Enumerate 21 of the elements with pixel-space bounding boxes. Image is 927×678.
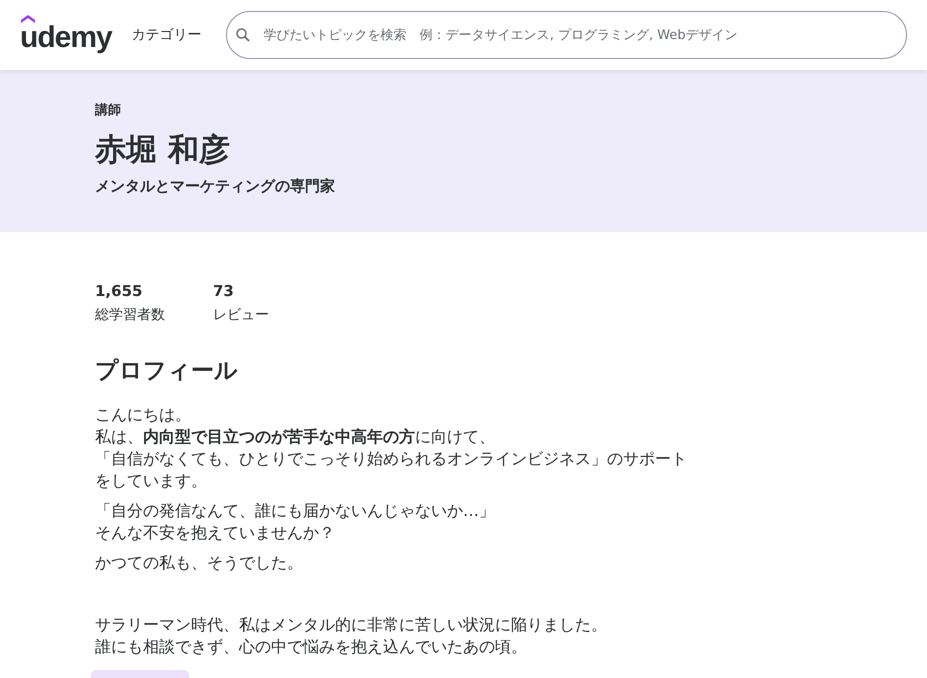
eyebrow-label: 講師 (95, 102, 122, 120)
logo[interactable]: udemy (20, 16, 112, 54)
stat-value: 1,655 (95, 281, 144, 302)
stat-label: レビュー (213, 306, 269, 324)
bio-text: 誰にも相談できず、心の中で悩みを抱え込んでいたあの頃。 (95, 636, 528, 658)
logo-hat-icon (21, 12, 35, 22)
stat-value: 73 (213, 281, 235, 302)
stat-label: 総学習者数 (95, 306, 165, 324)
bio-text: そんな不安を抱えていませんか？ (95, 522, 336, 544)
bio-text: こんにちは。 (95, 404, 192, 426)
bio-text: かつての私も、そうでした。 (95, 552, 304, 574)
categories-link[interactable]: カテゴリー (132, 24, 202, 46)
bio-text: サラリーマン時代、私はメンタル的に非常に苦しい状況に陥りました。 (95, 614, 608, 636)
bio-text: 私は、内向型で目立つのが苦手な中高年の方に向けて、 (95, 426, 496, 448)
section-title: プロフィール (95, 356, 239, 386)
search-field[interactable]: 学びたいトピックを検索 例：データサイエンス, プログラミング, Webデザイン (226, 11, 907, 59)
search-icon (234, 26, 252, 44)
bio-text: 「自信がなくても、ひとりでこっそり始められるオンラインビジネス」のサポートをしています。 (95, 448, 688, 492)
bio-text: 「自分の発信なんて、誰にも届かないんじゃないか…」 (95, 500, 496, 522)
headline: メンタルとマーケティングの専門家 (95, 176, 336, 198)
instructor-name: 赤堀 和彦 (95, 130, 231, 170)
